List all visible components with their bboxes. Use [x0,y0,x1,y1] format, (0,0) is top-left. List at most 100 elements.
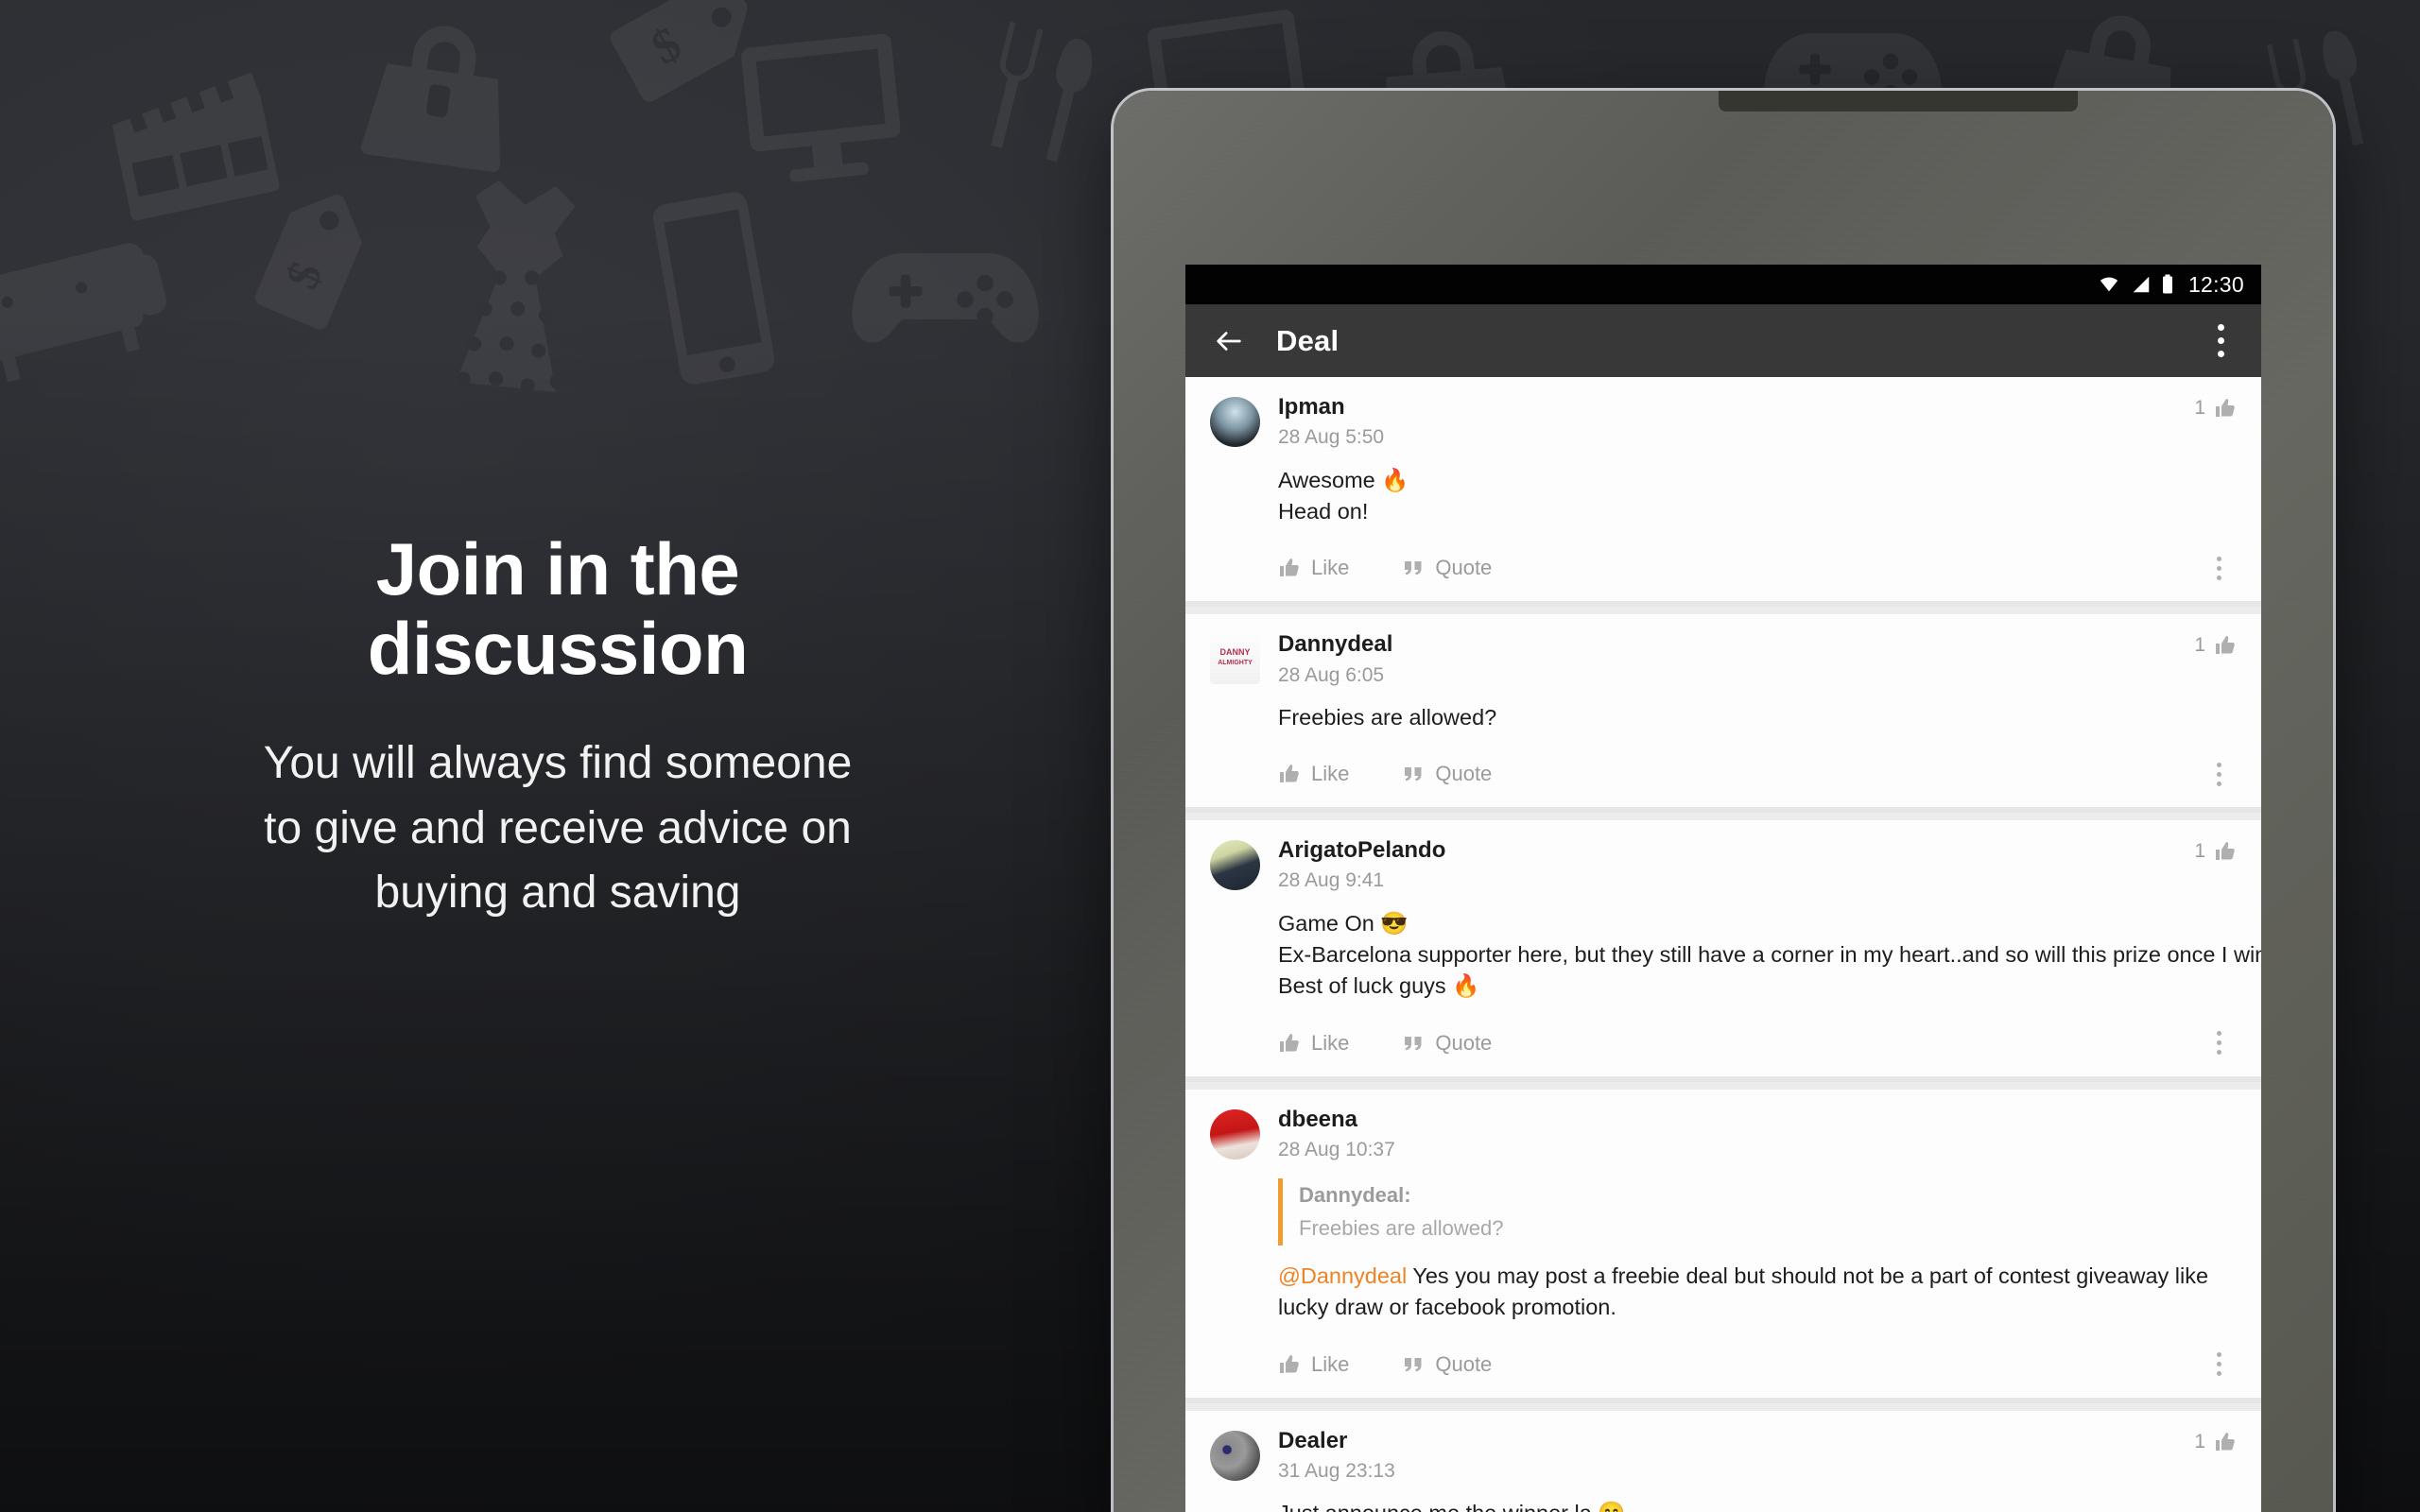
quote-icon [1405,767,1422,782]
post-like-count: 1 [2194,394,2237,420]
dbeena-avatar[interactable] [1210,1108,1260,1160]
post-separator [1185,607,2261,615]
cellular-signal-icon [2133,276,2150,293]
smartphone-icon [652,192,775,385]
post-username[interactable]: Ipman [1278,394,2194,421]
device-screen: 12:30 Deal Ipman 28 Aug 5:50 1 Awesome 🔥 Hea… [1185,265,2261,1512]
post-separator [1185,1081,2261,1090]
quote-button[interactable]: Quote [1402,1352,1492,1377]
subheadline-line-3: buying and saving [374,867,741,918]
headline-line-1: Join in the [375,527,740,610]
like-button-label: Like [1311,556,1350,580]
ipman-avatar[interactable] [1210,397,1260,447]
like-count-value: 1 [2194,634,2205,657]
post-separator [1185,1402,2261,1411]
post-meta: Dannydeal 28 Aug 6:05 [1278,631,2194,687]
post-body: Awesome 🔥 Head on! [1210,450,2237,528]
thumbs-up-icon [1280,558,1299,577]
thumbs-up-icon [1280,1354,1299,1373]
post-overflow-menu-icon[interactable] [2204,1022,2233,1065]
post-timestamp: 28 Aug 5:50 [1278,426,1385,449]
quote-button[interactable]: Quote [1402,762,1492,786]
wifi-icon [2100,277,2118,292]
post-item[interactable]: ArigatoPelando 28 Aug 9:41 1 Game On 😎 Ex-Ba… [1185,820,2261,1076]
post-actions: Like Quote [1210,1023,2237,1076]
like-button[interactable]: Like [1278,556,1349,580]
price-tag-icon: $ [610,0,747,102]
price-tag-icon: $ [255,194,362,330]
user-mention-link[interactable]: @Dannydeal [1278,1263,1407,1288]
like-button[interactable]: Like [1278,1352,1349,1377]
post-separator [1185,813,2261,821]
post-like-count: 1 [2194,631,2237,657]
post-body: Freebies are allowed? [1210,687,2237,733]
subheadline-line-2: to give and receive advice on [264,802,852,853]
tablet-device-mockup: 12:30 Deal Ipman 28 Aug 5:50 1 Awesome 🔥 Hea… [1114,91,2333,1512]
overflow-menu-icon[interactable] [2199,314,2242,369]
post-username[interactable]: ArigatoPelando [1278,837,2194,864]
dannydeal-avatar[interactable]: DANNY ALMIGHTY [1210,634,1260,685]
post-timestamp: 31 Aug 23:13 [1278,1460,1395,1483]
like-button-label: Like [1311,1351,1350,1376]
post-meta: ArigatoPelando 28 Aug 9:41 [1278,837,2194,893]
arrow-back-icon [1217,331,1241,351]
post-item[interactable]: dbeena 28 Aug 10:37 Dannydeal: Freebies are… [1185,1089,2261,1398]
sofa-icon [0,243,166,383]
post-body-line: Yes you may post a freebie deal but shou… [1278,1263,2209,1320]
like-count-value: 1 [2194,397,2205,419]
monitor-icon [741,33,901,182]
thumbs-up-icon [2216,399,2235,417]
post-body: @Dannydeal Yes you may post a freebie de… [1210,1246,2237,1324]
thumbs-up-icon [2216,636,2235,655]
post-username[interactable]: Dannydeal [1278,631,2194,658]
like-count-value: 1 [2194,1430,2205,1452]
post-like-count: 1 [2194,1428,2237,1453]
post-header: ArigatoPelando 28 Aug 9:41 1 [1210,837,2237,893]
quoted-author: Dannydeal: [1299,1183,1411,1208]
post-body: Game On 😎 Ex-Barcelona supporter here, bu… [1210,893,2261,1003]
dress-icon [456,180,576,393]
post-actions: Like Quote [1210,754,2237,807]
headline: Join in the discussion [0,527,1115,689]
dealer-avatar[interactable] [1210,1430,1260,1481]
app-bar: Deal [1185,304,2261,377]
tablet-top-notch [1719,91,2078,112]
post-meta: Dealer 31 Aug 23:13 [1278,1428,2194,1484]
post-body: Just announce me the winner la 😊 [1210,1483,2237,1512]
like-count-value: 1 [2194,840,2205,863]
post-item[interactable]: Ipman 28 Aug 5:50 1 Awesome 🔥 Head on! Like Qu… [1185,377,2261,602]
quote-button-label: Quote [1435,556,1493,580]
back-button[interactable] [1206,318,1252,364]
post-like-count: 1 [2194,837,2237,863]
post-timestamp: 28 Aug 9:41 [1278,869,1385,892]
post-body-line: Head on! [1278,498,1369,524]
subheadline-line-1: You will always find someone [263,738,853,789]
quoted-post[interactable]: Dannydeal: Freebies are allowed? [1278,1178,2237,1246]
quote-button-label: Quote [1435,762,1493,786]
post-body-line: Awesome 🔥 [1278,467,1409,492]
svg-text:$: $ [643,17,689,75]
like-button[interactable]: Like [1278,762,1349,786]
arigatopelando-avatar[interactable] [1210,840,1260,891]
thumbs-up-icon [2216,842,2235,861]
post-username[interactable]: dbeena [1278,1107,2237,1133]
quote-button[interactable]: Quote [1402,556,1492,580]
post-header: dbeena 28 Aug 10:37 [1210,1107,2237,1162]
post-body-line: Best of luck guys 🔥 [1278,973,1480,999]
post-overflow-menu-icon[interactable] [2204,546,2233,590]
status-bar-clock: 12:30 [2187,271,2244,297]
post-item[interactable]: DANNY ALMIGHTY Dannydeal 28 Aug 6:05 1 Freebi… [1185,614,2261,808]
post-body-line: Freebies are allowed? [1278,704,1497,730]
post-item[interactable]: Dealer 31 Aug 23:13 1 Just announce me the … [1185,1410,2261,1512]
post-list: Ipman 28 Aug 5:50 1 Awesome 🔥 Head on! Like Qu… [1185,377,2261,1512]
post-meta: dbeena 28 Aug 10:37 [1278,1107,2237,1162]
post-username[interactable]: Dealer [1278,1428,2194,1454]
quote-button[interactable]: Quote [1402,1031,1492,1056]
post-actions: Like Quote [1210,1345,2237,1398]
post-overflow-menu-icon[interactable] [2204,1343,2233,1386]
post-overflow-menu-icon[interactable] [2204,752,2233,796]
handbag-icon [360,26,501,172]
like-button[interactable]: Like [1278,1031,1349,1056]
game-controller-icon [852,253,1039,343]
thumbs-up-icon [2216,1432,2235,1451]
